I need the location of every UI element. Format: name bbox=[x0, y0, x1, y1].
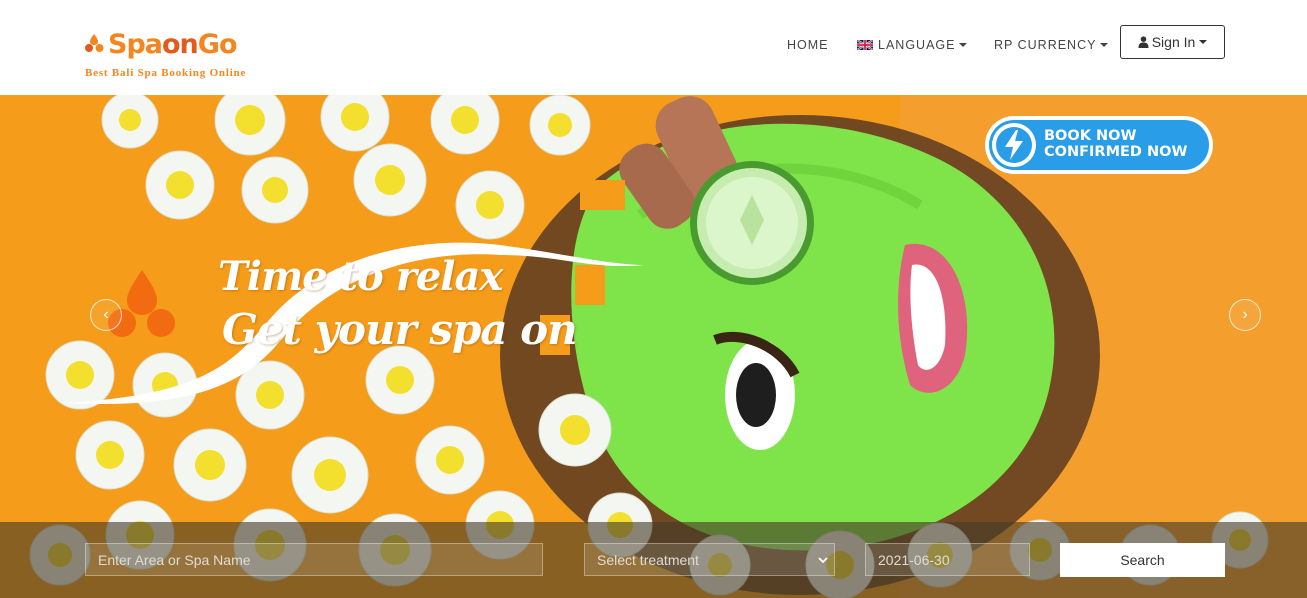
hero-slogan-line1: Time to relax bbox=[218, 253, 503, 300]
uk-flag-icon bbox=[857, 40, 873, 50]
logo-part-go: Go bbox=[197, 29, 238, 60]
treatment-select[interactable]: Select treatment bbox=[584, 543, 835, 576]
logo-part-spa: Spa bbox=[108, 29, 163, 60]
book-now-line2: CONFIRMED NOW bbox=[1044, 144, 1188, 160]
book-now-badge[interactable]: BOOK NOW CONFIRMED NOW bbox=[985, 116, 1213, 174]
carousel-next-button[interactable]: › bbox=[1229, 299, 1261, 331]
date-input-value: 2021-06-30 bbox=[878, 551, 950, 568]
logo[interactable]: SpaonGo Best Bali Spa Booking Online bbox=[84, 30, 264, 82]
caret-down-icon bbox=[959, 43, 968, 47]
logo-part-on: on bbox=[162, 29, 199, 60]
lightning-bolt-glyph bbox=[1005, 130, 1023, 160]
chevron-down-icon bbox=[818, 556, 828, 563]
book-now-badge-inner: BOOK NOW CONFIRMED NOW bbox=[989, 120, 1209, 170]
book-now-line1: BOOK NOW bbox=[1044, 128, 1137, 144]
logo-wordmark: SpaonGo bbox=[108, 30, 237, 60]
treatment-select-value: Select treatment bbox=[597, 551, 699, 568]
sign-in-button[interactable]: Sign In bbox=[1120, 25, 1225, 59]
nav-language-dropdown[interactable]: LANGUAGE bbox=[857, 38, 968, 52]
nav-home[interactable]: HOME bbox=[787, 38, 829, 52]
sign-in-label: Sign In bbox=[1151, 34, 1196, 50]
date-input[interactable]: 2021-06-30 bbox=[865, 543, 1030, 576]
chevron-left-icon: ‹ bbox=[103, 306, 109, 323]
caret-down-icon bbox=[1100, 43, 1109, 47]
hero-slogan-line2: Get your spa on bbox=[222, 305, 578, 354]
lightning-icon bbox=[992, 123, 1036, 167]
hero-banner: Time to relax Get your spa on BOOK NOW C… bbox=[0, 95, 1307, 598]
search-button[interactable]: Search bbox=[1060, 543, 1225, 577]
book-now-text: BOOK NOW CONFIRMED NOW bbox=[1044, 128, 1187, 160]
site-header: SpaonGo Best Bali Spa Booking Online HOM… bbox=[0, 0, 1307, 95]
logo-drops-icon bbox=[85, 34, 104, 52]
nav-currency-dropdown[interactable]: RP CURRENCY bbox=[994, 38, 1109, 52]
nav-home-label: HOME bbox=[787, 38, 829, 52]
nav-currency-label: RP CURRENCY bbox=[994, 38, 1097, 52]
nav-language-label: LANGUAGE bbox=[878, 38, 956, 52]
chevron-right-icon: › bbox=[1242, 306, 1248, 323]
carousel-prev-button[interactable]: ‹ bbox=[90, 299, 122, 331]
search-bar: Enter Area or Spa Name Select treatment … bbox=[0, 522, 1307, 598]
caret-down-icon bbox=[1199, 40, 1208, 44]
area-search-placeholder: Enter Area or Spa Name bbox=[98, 551, 251, 568]
logo-tagline: Best Bali Spa Booking Online bbox=[85, 67, 247, 79]
user-icon bbox=[1138, 36, 1149, 48]
search-button-label: Search bbox=[1120, 552, 1165, 568]
area-search-input[interactable]: Enter Area or Spa Name bbox=[85, 543, 543, 576]
